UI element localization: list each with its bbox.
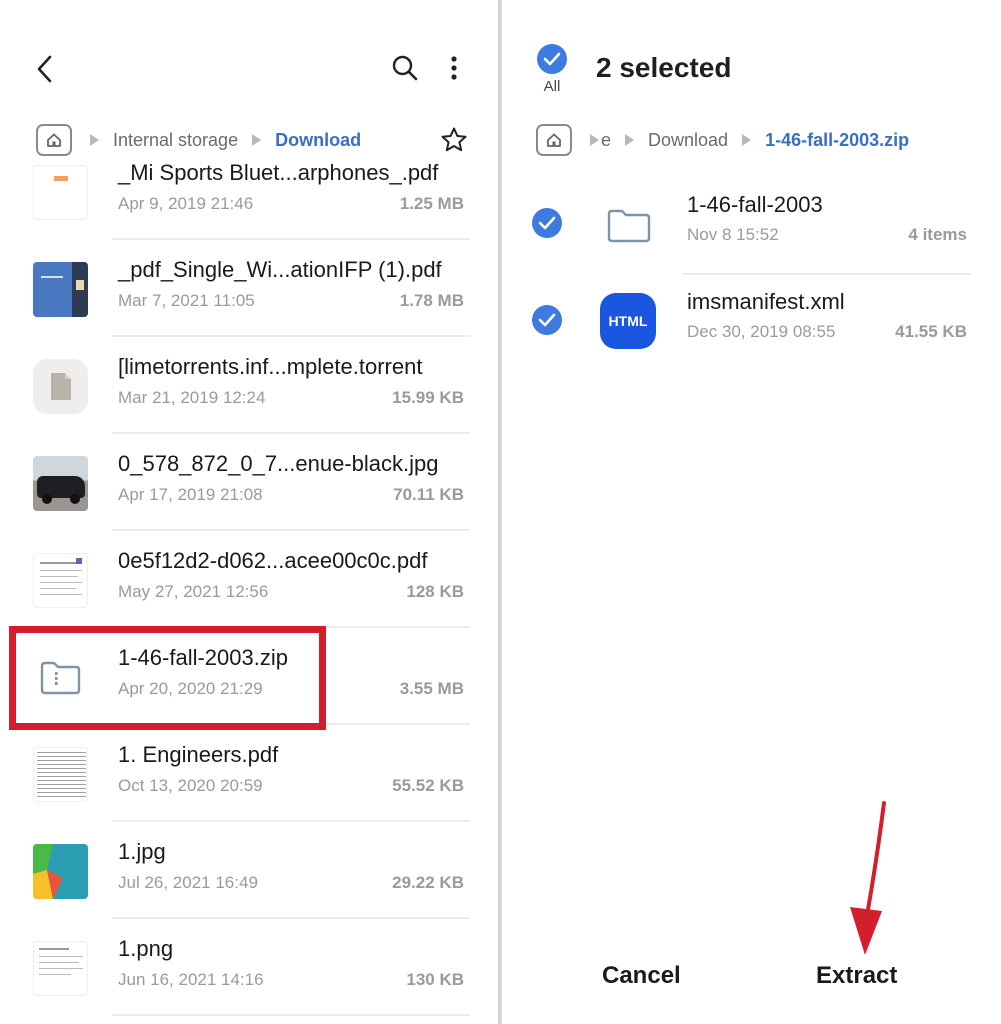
file-size: 29.22 KB: [392, 873, 464, 892]
zip-item-file[interactable]: HTML imsmanifest.xml Dec 30, 2019 08:55 …: [502, 275, 1001, 372]
cancel-button[interactable]: Cancel: [602, 962, 681, 990]
file-size: 3.55 MB: [399, 679, 464, 698]
file-size: 55.52 KB: [392, 776, 464, 795]
list-item[interactable]: 1.png Jun 16, 2021 14:16 130 KB: [0, 919, 498, 1016]
list-item[interactable]: 1.jpg Jul 26, 2021 16:49 29.22 KB: [0, 822, 498, 919]
item-name: 1-46-fall-2003: [687, 192, 823, 217]
breadcrumb: e Download 1-46-fall-2003.zip: [536, 122, 923, 158]
breadcrumb-zip[interactable]: 1-46-fall-2003.zip: [765, 130, 909, 151]
chevron-right-icon: [625, 134, 635, 146]
file-date: Oct 13, 2020 20:59: [118, 776, 263, 795]
html-badge: HTML: [600, 293, 656, 349]
selected-count: 2 selected: [596, 52, 732, 83]
generic-file-icon: [33, 359, 88, 414]
breadcrumb-download[interactable]: Download: [648, 130, 728, 151]
file-browser-panel: Internal storage Download _Mi Sports Blu…: [0, 0, 500, 1024]
file-date: Mar 21, 2019 12:24: [118, 388, 266, 407]
file-size: 130 KB: [406, 970, 464, 989]
file-size: 128 KB: [406, 582, 464, 601]
chevron-right-icon: [742, 134, 752, 146]
checkbox-checked-icon[interactable]: [537, 44, 567, 74]
extract-button[interactable]: Extract: [816, 962, 897, 990]
list-item[interactable]: _pdf_Single_Wi...ationIFP (1).pdf Mar 7,…: [0, 240, 498, 337]
table-doc-thumb: [33, 747, 88, 802]
search-icon[interactable]: [389, 52, 421, 84]
item-size: 4 items: [908, 225, 967, 244]
file-list: _Mi Sports Bluet...arphones_.pdf Apr 9, …: [0, 160, 498, 1016]
file-date: Jul 26, 2021 16:49: [118, 873, 258, 892]
file-name: _pdf_Single_Wi...ationIFP (1).pdf: [118, 257, 442, 282]
document-thumb: [33, 553, 88, 608]
pdf-cover-thumb: [33, 262, 88, 317]
file-size: 1.25 MB: [399, 194, 464, 213]
html-file-icon: HTML: [600, 293, 658, 351]
car-photo-thumb: [33, 456, 88, 511]
file-size: 15.99 KB: [392, 388, 464, 407]
back-icon[interactable]: [30, 52, 60, 86]
file-name: [limetorrents.inf...mplete.torrent: [118, 354, 423, 379]
more-options-icon[interactable]: [442, 52, 466, 84]
file-name: 0_578_872_0_7...enue-black.jpg: [118, 451, 439, 476]
highlight-box: [9, 626, 326, 730]
colorful-image-thumb: [33, 844, 88, 899]
file-name: 1. Engineers.pdf: [118, 742, 279, 767]
checkbox-checked-icon[interactable]: [532, 208, 562, 238]
divider: [112, 1014, 470, 1016]
chevron-right-icon: [590, 134, 599, 146]
file-date: Mar 7, 2021 11:05: [118, 291, 255, 310]
file-name: 0e5f12d2-d062...acee00c0c.pdf: [118, 548, 428, 573]
breadcrumb-truncated[interactable]: e: [601, 130, 611, 151]
list-item[interactable]: 0_578_872_0_7...enue-black.jpg Apr 17, 2…: [0, 434, 498, 531]
select-all-label: All: [543, 78, 561, 95]
home-icon[interactable]: [536, 124, 572, 156]
item-name: imsmanifest.xml: [687, 289, 845, 314]
text-image-thumb: [33, 941, 88, 996]
checkbox-checked-icon[interactable]: [532, 305, 562, 335]
zip-contents-panel: All 2 selected e Download 1-46-fall-2003…: [502, 0, 1001, 1024]
file-date: Jun 16, 2021 14:16: [118, 970, 264, 989]
list-item[interactable]: 1. Engineers.pdf Oct 13, 2020 20:59 55.5…: [0, 725, 498, 822]
file-size: 1.78 MB: [399, 291, 464, 310]
file-name: 1.jpg: [118, 839, 166, 864]
item-date: Nov 8 15:52: [687, 225, 779, 244]
folder-icon: [600, 196, 658, 254]
list-item[interactable]: _Mi Sports Bluet...arphones_.pdf Apr 9, …: [0, 143, 498, 240]
file-name: 1.png: [118, 936, 174, 961]
select-all[interactable]: All: [532, 44, 572, 95]
item-date: Dec 30, 2019 08:55: [687, 322, 836, 341]
file-date: Apr 17, 2019 21:08: [118, 485, 263, 504]
item-size: 41.55 KB: [895, 322, 967, 341]
pdf-thumb: [33, 165, 88, 220]
pointer-arrow: [850, 801, 886, 955]
zip-item-folder[interactable]: 1-46-fall-2003 Nov 8 15:52 4 items: [502, 178, 1001, 275]
list-item[interactable]: [limetorrents.inf...mplete.torrent Mar 2…: [0, 337, 498, 434]
file-date: May 27, 2021 12:56: [118, 582, 269, 601]
list-item[interactable]: 0e5f12d2-d062...acee00c0c.pdf May 27, 20…: [0, 531, 498, 628]
file-size: 70.11 KB: [393, 485, 464, 504]
file-name: _Mi Sports Bluet...arphones_.pdf: [118, 160, 439, 185]
file-date: Apr 9, 2019 21:46: [118, 194, 254, 213]
